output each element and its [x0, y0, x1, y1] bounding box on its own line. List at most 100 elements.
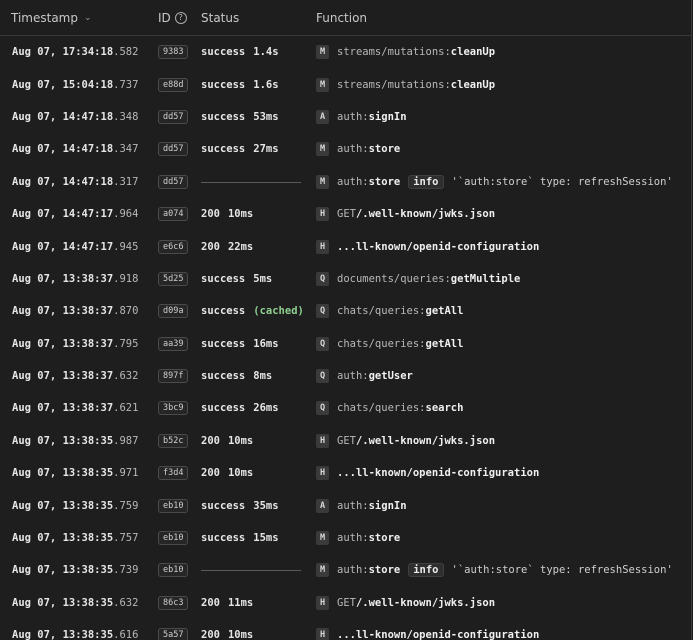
request-id-badge[interactable]: 897f — [158, 369, 189, 384]
table-row[interactable]: Aug 07, 13:38:35.757 eb10 success 15ms Mauth… — [0, 522, 691, 554]
status-cell: success 15ms — [201, 532, 316, 544]
timestamp-ms: .918 — [113, 272, 139, 285]
cached-badge: (cached) — [253, 305, 304, 318]
id-cell: 5d25 — [158, 271, 201, 286]
request-id-badge[interactable]: b52c — [158, 433, 189, 448]
request-id-badge[interactable]: 5a57 — [158, 628, 189, 640]
function-cell: Mauth: store — [316, 531, 691, 546]
function-name: search — [425, 402, 464, 415]
table-row[interactable]: Aug 07, 13:38:37.795 aa39 success 16ms Qchat… — [0, 328, 691, 360]
timestamp-date: Aug 07, 14:47:18 — [12, 175, 114, 188]
function-type-icon: Q — [316, 271, 329, 286]
status-text: success — [201, 143, 246, 156]
table-row[interactable]: Aug 07, 13:38:35.739 eb10 Mauth: store info '… — [0, 554, 691, 586]
timestamp-date: Aug 07, 13:38:35 — [12, 532, 114, 545]
timestamp-cell: Aug 07, 13:38:35.739 — [0, 564, 158, 576]
table-row[interactable]: Aug 07, 13:38:35.759 eb10 success 35ms Aauth… — [0, 489, 691, 521]
timestamp-cell: Aug 07, 13:38:35.971 — [0, 467, 158, 479]
function-type-icon: M — [316, 563, 329, 578]
table-row[interactable]: Aug 07, 14:47:17.964 a074 200 10ms H GET /.we… — [0, 198, 691, 230]
function-type-icon: M — [316, 142, 329, 157]
request-id-badge[interactable]: dd57 — [158, 109, 189, 124]
request-id-badge[interactable]: 86c3 — [158, 595, 189, 610]
request-id-badge[interactable]: a074 — [158, 207, 189, 222]
function-module: streams/mutations: — [337, 46, 451, 59]
timestamp-cell: Aug 07, 14:47:18.317 — [0, 176, 158, 188]
table-row[interactable]: Aug 07, 13:38:37.621 3bc9 success 26ms Qchat… — [0, 392, 691, 424]
function-name: /.well-known/jwks.json — [355, 596, 496, 609]
function-cell: Aauth: signIn — [316, 498, 691, 513]
function-module: chats/queries: — [337, 402, 426, 415]
table-row[interactable]: Aug 07, 13:38:35.632 86c3 200 11ms H GET /.we… — [0, 587, 691, 619]
request-id-badge[interactable]: 3bc9 — [158, 401, 189, 416]
function-type-icon: Q — [316, 369, 329, 384]
status-cell: 200 10ms — [201, 467, 316, 479]
table-row[interactable]: Aug 07, 13:38:35.616 5a57 200 10ms H ...ll-kn… — [0, 619, 691, 640]
status-text: success — [201, 110, 246, 123]
request-id-badge[interactable]: e6c6 — [158, 239, 189, 254]
function-type-icon: H — [316, 239, 329, 254]
status-cell: success (cached) — [201, 305, 316, 317]
request-id-badge[interactable]: f3d4 — [158, 466, 189, 481]
function-name: store — [368, 175, 401, 188]
function-name: cleanUp — [450, 78, 496, 91]
function-type-icon: H — [316, 466, 329, 481]
duration-text: 16ms — [253, 337, 279, 350]
request-id-badge[interactable]: eb10 — [158, 498, 189, 513]
request-id-badge[interactable]: dd57 — [158, 142, 189, 157]
timestamp-column-header[interactable]: Timestamp ⌄ — [0, 11, 158, 25]
status-cell: success 1.4s — [201, 46, 316, 58]
timestamp-ms: .632 — [113, 596, 139, 609]
log-line-divider — [201, 181, 301, 183]
function-cell: Mstreams/mutations: cleanUp — [316, 77, 691, 92]
request-id-badge[interactable]: d09a — [158, 304, 189, 319]
request-id-badge[interactable]: aa39 — [158, 336, 189, 351]
request-id-badge[interactable]: eb10 — [158, 531, 189, 546]
timestamp-date: Aug 07, 14:47:17 — [12, 208, 114, 221]
table-row[interactable]: Aug 07, 14:47:18.317 dd57 Mauth: store info '… — [0, 166, 691, 198]
request-id-badge[interactable]: eb10 — [158, 563, 189, 578]
id-cell: d09a — [158, 304, 201, 319]
function-type-icon: H — [316, 207, 329, 222]
function-cell: H ...ll-known/openid-configuration — [316, 466, 691, 481]
id-cell: 897f — [158, 369, 201, 384]
timestamp-date: Aug 07, 13:38:37 — [12, 305, 114, 318]
timestamp-cell: Aug 07, 14:47:18.347 — [0, 143, 158, 155]
table-row[interactable]: Aug 07, 13:38:35.971 f3d4 200 10ms H ...ll-kn… — [0, 457, 691, 489]
request-id-badge[interactable]: dd57 — [158, 174, 189, 189]
table-row[interactable]: Aug 07, 13:38:37.870 d09a success (cached) Q… — [0, 295, 691, 327]
function-name: getAll — [425, 337, 464, 350]
status-cell — [201, 181, 316, 183]
function-name: /.well-known/jwks.json — [355, 434, 496, 447]
timestamp-cell: Aug 07, 14:47:18.348 — [0, 111, 158, 123]
function-cell: Qauth: getUser — [316, 369, 691, 384]
timestamp-date: Aug 07, 13:38:35 — [12, 434, 114, 447]
table-row[interactable]: Aug 07, 17:34:18.582 9383 success 1.4s Mstre… — [0, 36, 691, 68]
timestamp-cell: Aug 07, 13:38:35.616 — [0, 629, 158, 640]
timestamp-ms: .348 — [113, 110, 139, 123]
log-line-divider — [201, 570, 301, 572]
request-id-badge[interactable]: 9383 — [158, 45, 189, 60]
table-row[interactable]: Aug 07, 13:38:37.632 897f success 8ms Qauth… — [0, 360, 691, 392]
table-row[interactable]: Aug 07, 14:47:17.945 e6c6 200 22ms H ...ll-kn… — [0, 230, 691, 262]
timestamp-ms: .347 — [113, 143, 139, 156]
request-id-badge[interactable]: 5d25 — [158, 271, 189, 286]
function-cell: Mauth: store — [316, 142, 691, 157]
table-row[interactable]: Aug 07, 14:47:18.347 dd57 success 27ms Mauth… — [0, 133, 691, 165]
timestamp-date: Aug 07, 13:38:35 — [12, 629, 114, 640]
help-icon[interactable]: ? — [174, 11, 187, 24]
function-type-icon: Q — [316, 304, 329, 319]
timestamp-ms: .739 — [113, 564, 139, 577]
table-row[interactable]: Aug 07, 13:38:35.987 b52c 200 10ms H GET /.we… — [0, 425, 691, 457]
function-cell: Mauth: store info '`auth:store` type: refre… — [316, 563, 691, 578]
timestamp-cell: Aug 07, 13:38:37.621 — [0, 402, 158, 414]
status-text: 200 — [201, 467, 220, 480]
table-row[interactable]: Aug 07, 13:38:37.918 5d25 success 5ms Qdocu… — [0, 263, 691, 295]
function-module: GET — [337, 208, 356, 221]
function-type-icon: Q — [316, 336, 329, 351]
chevron-down-icon[interactable]: ⌄ — [84, 13, 92, 23]
request-id-badge[interactable]: e88d — [158, 77, 189, 92]
table-row[interactable]: Aug 07, 15:04:18.737 e88d success 1.6s Mstre… — [0, 68, 691, 100]
table-row[interactable]: Aug 07, 14:47:18.348 dd57 success 53ms Aauth… — [0, 101, 691, 133]
status-cell: success 5ms — [201, 273, 316, 285]
